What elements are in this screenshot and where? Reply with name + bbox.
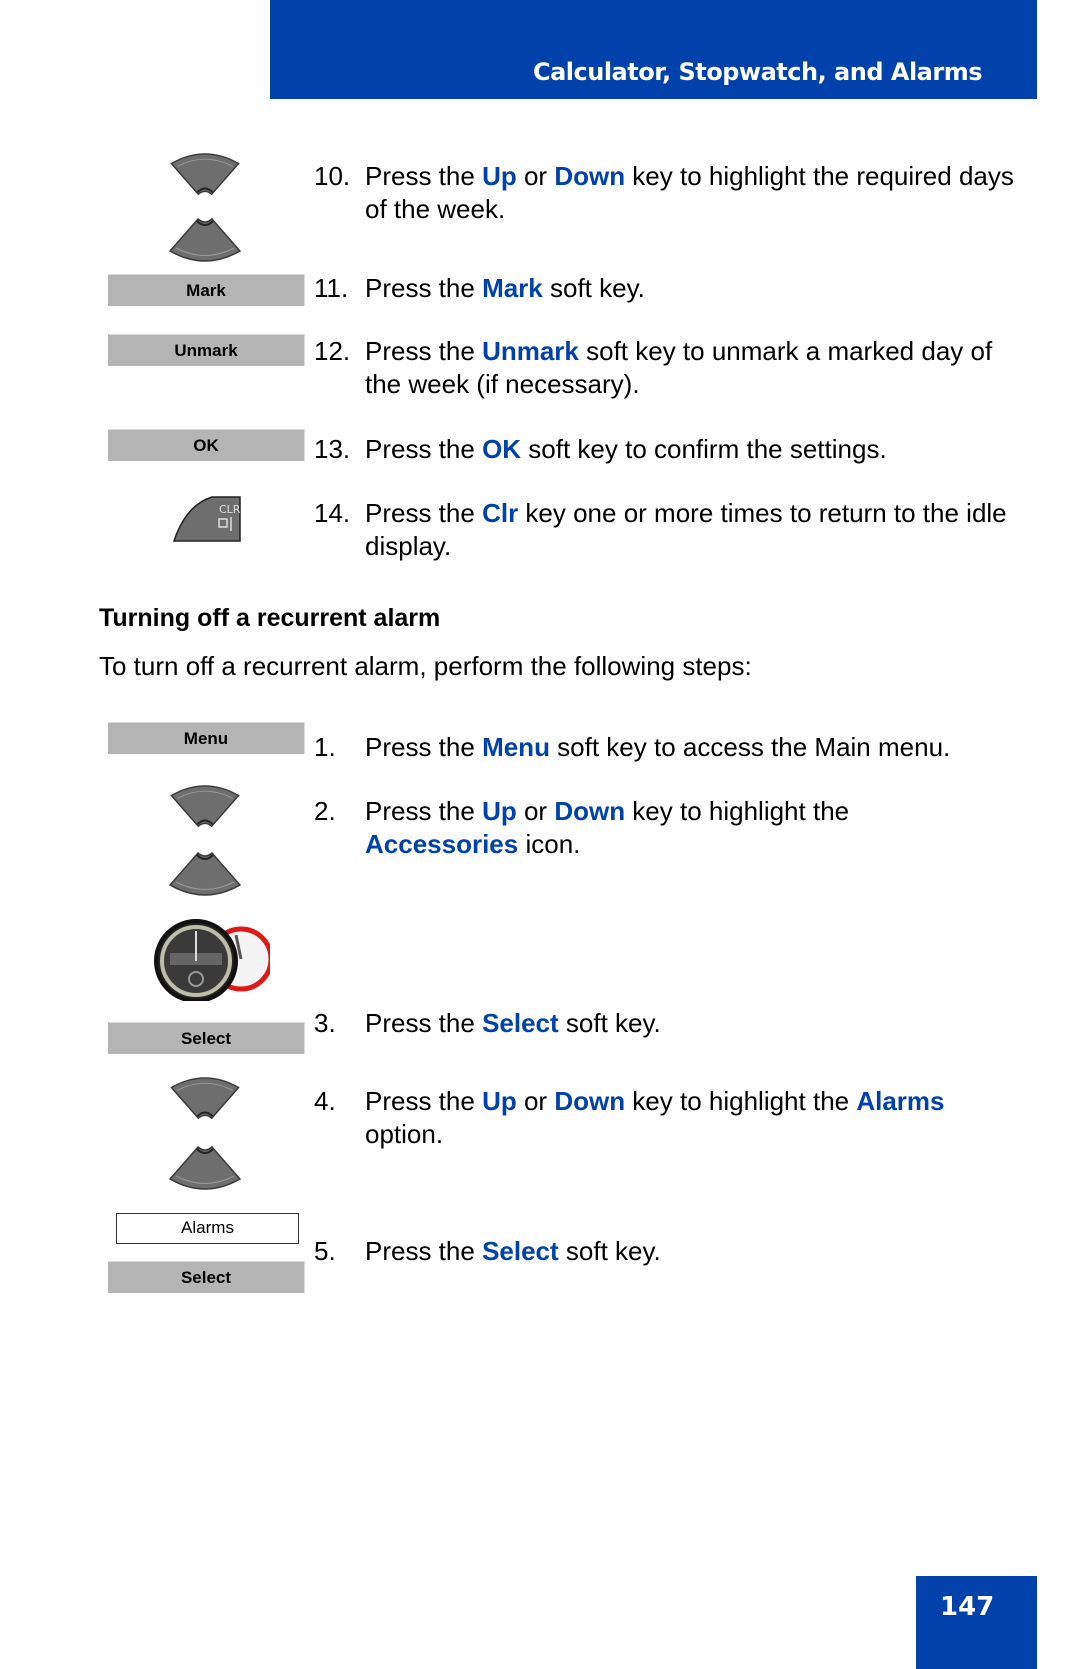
step-1: 1. Press the Menu soft key to access the…	[314, 732, 951, 762]
step-13: 13. Press the OK soft key to confirm the…	[314, 434, 887, 464]
clr-key-icon[interactable]: CLR	[172, 495, 242, 542]
page-number: 147	[940, 1592, 995, 1622]
up-arrow-key-icon	[168, 784, 242, 832]
menu-softkey[interactable]: Menu	[108, 722, 305, 754]
up-arrow-key-icon	[168, 152, 242, 200]
select-softkey[interactable]: Select	[108, 1261, 305, 1293]
select-softkey[interactable]: Select	[108, 1022, 305, 1054]
section-heading: Turning off a recurrent alarm	[99, 604, 441, 632]
step-4: 4. Press the Up or Down key to highlight…	[314, 1086, 945, 1149]
alarms-option[interactable]: Alarms	[116, 1213, 299, 1244]
step-2: 2. Press the Up or Down key to highlight…	[314, 796, 850, 859]
svg-text:CLR: CLR	[219, 503, 241, 516]
nav-up-down-icon	[168, 784, 242, 896]
step-text: Press the Up or Down key to highlight th…	[365, 161, 1014, 224]
step-14: 14. Press the Clr key one or more times …	[314, 498, 1007, 561]
up-arrow-key-icon	[168, 1076, 242, 1124]
nav-up-down-icon	[168, 1076, 242, 1190]
down-arrow-key-icon	[168, 847, 242, 897]
chapter-title: Calculator, Stopwatch, and Alarms	[532, 58, 983, 86]
unmark-softkey[interactable]: Unmark	[108, 334, 305, 366]
accessories-clock-icon	[146, 915, 274, 1003]
key-ref-down: Down	[554, 161, 626, 191]
page-number-box: 147	[916, 1576, 1037, 1669]
step-12: 12. Press the Unmark soft key to unmark …	[314, 336, 993, 399]
step-3: 3. Press the Select soft key.	[314, 1008, 661, 1038]
step-5: 5. Press the Select soft key.	[314, 1236, 661, 1266]
nav-up-down-icon	[168, 152, 242, 262]
ok-softkey[interactable]: OK	[108, 429, 305, 461]
chapter-header-banner: Calculator, Stopwatch, and Alarms	[270, 0, 1037, 99]
step-11: 11. Press the Mark soft key.	[314, 273, 645, 303]
mark-softkey[interactable]: Mark	[108, 274, 305, 306]
section-intro: To turn off a recurrent alarm, perform t…	[99, 651, 752, 681]
key-ref-up: Up	[482, 161, 517, 191]
down-arrow-key-icon	[168, 1141, 242, 1191]
step-10: 10. Press the Up or Down key to highligh…	[314, 161, 1014, 224]
down-arrow-key-icon	[168, 213, 242, 263]
